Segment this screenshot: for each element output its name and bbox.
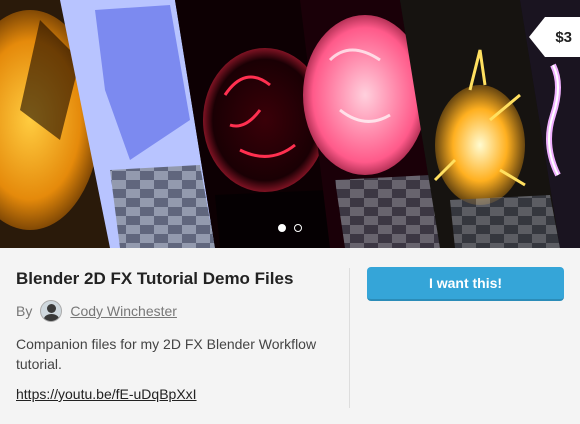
carousel-dot-2[interactable] (294, 224, 302, 232)
product-info: Blender 2D FX Tutorial Demo Files By Cod… (0, 248, 580, 424)
author-row: By Cody Winchester (16, 300, 336, 322)
by-label: By (16, 303, 33, 319)
price-tag-notch (529, 17, 546, 57)
tutorial-url-link[interactable]: https://youtu.be/fE-uDqBpXxI (16, 386, 197, 402)
carousel-dot-1[interactable] (278, 224, 286, 232)
product-description: Companion files for my 2D FX Blender Wor… (16, 336, 317, 372)
carousel-indicators (0, 224, 580, 232)
i-want-this-button[interactable]: I want this! (367, 267, 564, 301)
author-avatar[interactable] (40, 300, 63, 322)
product-preview-image[interactable]: $3 (0, 0, 580, 248)
author-link[interactable]: Cody Winchester (70, 303, 177, 319)
price-label: $3 (555, 28, 572, 46)
product-details: Blender 2D FX Tutorial Demo Files By Cod… (16, 248, 336, 404)
fx-showcase-art (0, 0, 580, 248)
product-title: Blender 2D FX Tutorial Demo Files (16, 269, 294, 288)
section-divider (349, 268, 350, 408)
price-tag: $3 (529, 17, 580, 57)
